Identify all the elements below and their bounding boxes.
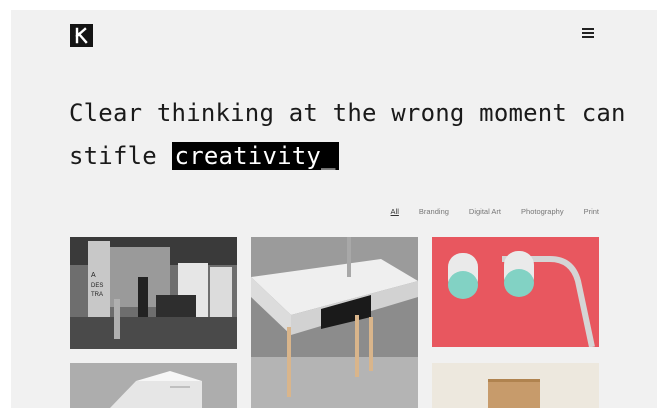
filter-branding[interactable]: Branding xyxy=(419,207,449,216)
lamp-photo-image xyxy=(432,237,599,347)
lamp-photo[interactable] xyxy=(432,237,599,347)
logo[interactable] xyxy=(70,24,93,47)
hero-line-1: Clear thinking at the wrong moment can xyxy=(69,99,626,127)
desk-photo[interactable] xyxy=(251,237,418,408)
hero-heading: Clear thinking at the wrong moment can s… xyxy=(69,92,629,178)
box-photo-image xyxy=(70,363,237,408)
svg-text:TRA: TRA xyxy=(91,292,103,298)
filter-all[interactable]: All xyxy=(391,207,399,216)
office-photo[interactable]: A DES TRA xyxy=(70,237,237,349)
desk-photo-image xyxy=(251,237,418,408)
shelf-photo[interactable] xyxy=(432,363,599,408)
page-frame: Clear thinking at the wrong moment can s… xyxy=(11,10,657,408)
hero-line-2-prefix: stifle xyxy=(69,142,172,170)
logo-k-icon xyxy=(75,27,88,44)
shelf-photo-image xyxy=(432,363,599,408)
box-photo[interactable] xyxy=(70,363,237,408)
svg-text:DES: DES xyxy=(91,283,103,289)
hero-highlight: creativity_ xyxy=(171,142,339,170)
hamburger-icon[interactable] xyxy=(582,28,594,38)
office-photo-image: A DES TRA xyxy=(70,237,237,349)
portfolio-filters: All Branding Digital Art Photography Pri… xyxy=(391,207,599,216)
filter-print[interactable]: Print xyxy=(584,207,599,216)
filter-photography[interactable]: Photography xyxy=(521,207,564,216)
filter-digital-art[interactable]: Digital Art xyxy=(469,207,501,216)
hero-line-2: stifle creativity_ xyxy=(69,135,629,178)
svg-text:A: A xyxy=(91,272,96,279)
